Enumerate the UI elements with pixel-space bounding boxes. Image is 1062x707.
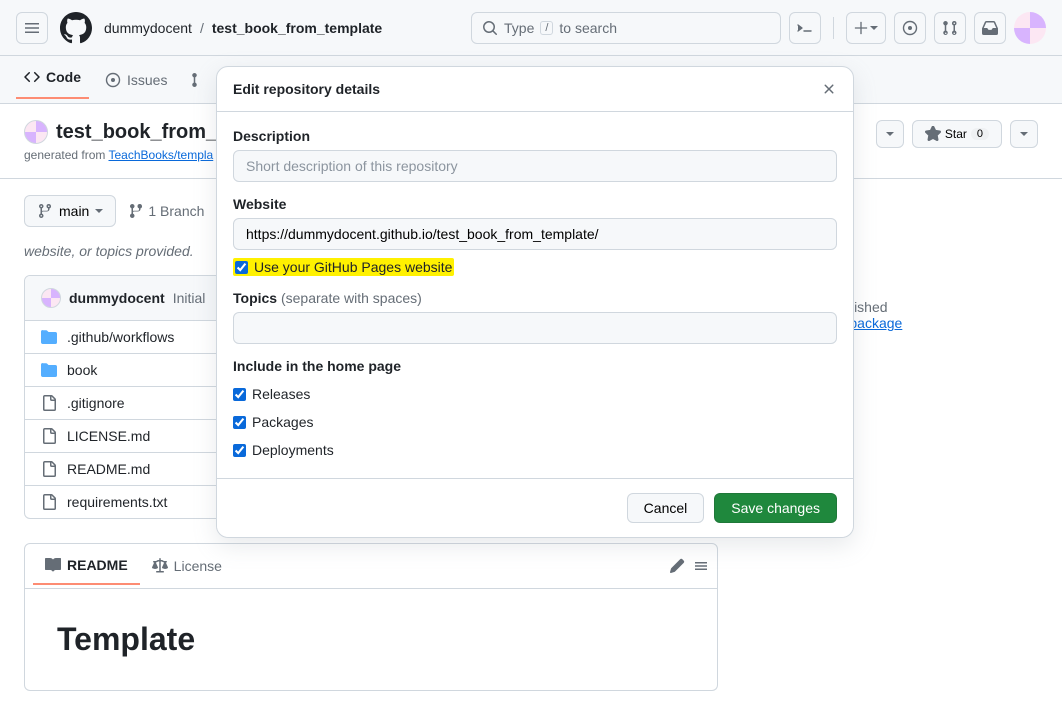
branch-selector[interactable]: main xyxy=(24,195,116,227)
nav-code-label: Code xyxy=(46,69,81,85)
header-actions: Type / to search xyxy=(471,12,1046,44)
edit-readme-button[interactable] xyxy=(669,558,685,574)
file-name: book xyxy=(67,362,97,378)
list-icon xyxy=(693,558,709,574)
git-pull-request-icon xyxy=(191,72,207,88)
close-button[interactable] xyxy=(821,81,837,97)
breadcrumb: dummydocent / test_book_from_template xyxy=(104,20,382,36)
commit-message: Initial xyxy=(173,290,206,306)
file-icon xyxy=(41,428,57,444)
tab-license[interactable]: License xyxy=(140,550,234,582)
file-icon xyxy=(41,494,57,510)
issue-icon xyxy=(105,72,121,88)
user-avatar[interactable] xyxy=(1014,12,1046,44)
modal-title: Edit repository details xyxy=(233,81,380,97)
git-pull-request-icon xyxy=(942,20,958,36)
nav-pr[interactable] xyxy=(183,64,215,96)
caret-down-icon xyxy=(95,207,103,215)
git-branch-icon xyxy=(128,203,144,219)
template-link[interactable]: TeachBooks/templa xyxy=(109,148,214,162)
pencil-icon xyxy=(669,558,685,574)
nav-issues-label: Issues xyxy=(127,72,167,88)
caret-down-icon xyxy=(1020,130,1028,138)
edit-repo-details-modal: Edit repository details Description Webs… xyxy=(216,66,854,538)
use-pages-label: Use your GitHub Pages website xyxy=(254,259,452,275)
command-palette-button[interactable] xyxy=(789,12,821,44)
tab-readme[interactable]: README xyxy=(33,549,140,585)
include-label: Include in the home page xyxy=(233,358,837,374)
topics-label: Topics (separate with spaces) xyxy=(233,290,837,306)
nav-code[interactable]: Code xyxy=(16,61,89,99)
branches-link[interactable]: 1 Branch xyxy=(128,203,204,219)
commit-author: dummydocent xyxy=(69,290,165,306)
website-label: Website xyxy=(233,196,837,212)
create-new-button[interactable] xyxy=(846,12,886,44)
plus-icon xyxy=(854,21,868,35)
pull-requests-button[interactable] xyxy=(934,12,966,44)
issues-button[interactable] xyxy=(894,12,926,44)
star-count: 0 xyxy=(971,128,989,140)
description-label: Description xyxy=(233,128,837,144)
readme-content: Template xyxy=(24,589,718,691)
star-dropdown[interactable] xyxy=(1010,120,1038,148)
law-icon xyxy=(152,558,168,574)
file-name: requirements.txt xyxy=(67,494,167,510)
breadcrumb-separator: / xyxy=(200,20,204,36)
file-icon xyxy=(41,395,57,411)
search-input[interactable]: Type / to search xyxy=(471,12,781,44)
github-logo[interactable] xyxy=(60,12,92,44)
file-name: .gitignore xyxy=(67,395,125,411)
close-icon xyxy=(821,81,837,97)
breadcrumb-repo[interactable]: test_book_from_template xyxy=(212,20,382,36)
search-kbd: / xyxy=(540,21,553,35)
star-icon xyxy=(925,126,941,142)
file-icon xyxy=(41,461,57,477)
description-input[interactable] xyxy=(233,150,837,182)
save-button[interactable]: Save changes xyxy=(714,493,837,523)
repo-avatar xyxy=(24,120,48,144)
include-deployments-checkbox[interactable] xyxy=(233,444,246,457)
hamburger-icon xyxy=(24,20,40,36)
file-name: .github/workflows xyxy=(67,329,174,345)
include-releases-checkbox[interactable] xyxy=(233,388,246,401)
inbox-icon xyxy=(982,20,998,36)
issue-icon xyxy=(902,20,918,36)
star-button[interactable]: Star 0 xyxy=(912,120,1002,148)
folder-icon xyxy=(41,329,57,345)
folder-icon xyxy=(41,362,57,378)
global-header: dummydocent / test_book_from_template Ty… xyxy=(0,0,1062,56)
file-name: LICENSE.md xyxy=(67,428,150,444)
readme-tabs: README License xyxy=(24,543,718,589)
terminal-icon xyxy=(797,20,813,36)
caret-down-icon xyxy=(870,24,878,32)
book-icon xyxy=(45,557,61,573)
search-placeholder-suffix: to search xyxy=(559,20,617,36)
cancel-button[interactable]: Cancel xyxy=(627,493,705,523)
website-input[interactable] xyxy=(233,218,837,250)
notifications-button[interactable] xyxy=(974,12,1006,44)
watch-dropdown[interactable] xyxy=(876,120,904,148)
nav-issues[interactable]: Issues xyxy=(97,64,175,96)
hamburger-menu[interactable] xyxy=(16,12,48,44)
git-branch-icon xyxy=(37,203,53,219)
file-name: README.md xyxy=(67,461,150,477)
topics-input[interactable] xyxy=(233,312,837,344)
use-pages-checkbox[interactable] xyxy=(235,261,248,274)
search-placeholder-prefix: Type xyxy=(504,20,534,36)
readme-heading: Template xyxy=(57,621,685,658)
separator xyxy=(833,17,834,39)
outline-button[interactable] xyxy=(693,558,709,574)
breadcrumb-owner[interactable]: dummydocent xyxy=(104,20,192,36)
commit-author-avatar xyxy=(41,288,61,308)
caret-down-icon xyxy=(886,130,894,138)
search-icon xyxy=(482,20,498,36)
include-packages-checkbox[interactable] xyxy=(233,416,246,429)
repo-title: test_book_from_t xyxy=(56,121,224,144)
code-icon xyxy=(24,69,40,85)
